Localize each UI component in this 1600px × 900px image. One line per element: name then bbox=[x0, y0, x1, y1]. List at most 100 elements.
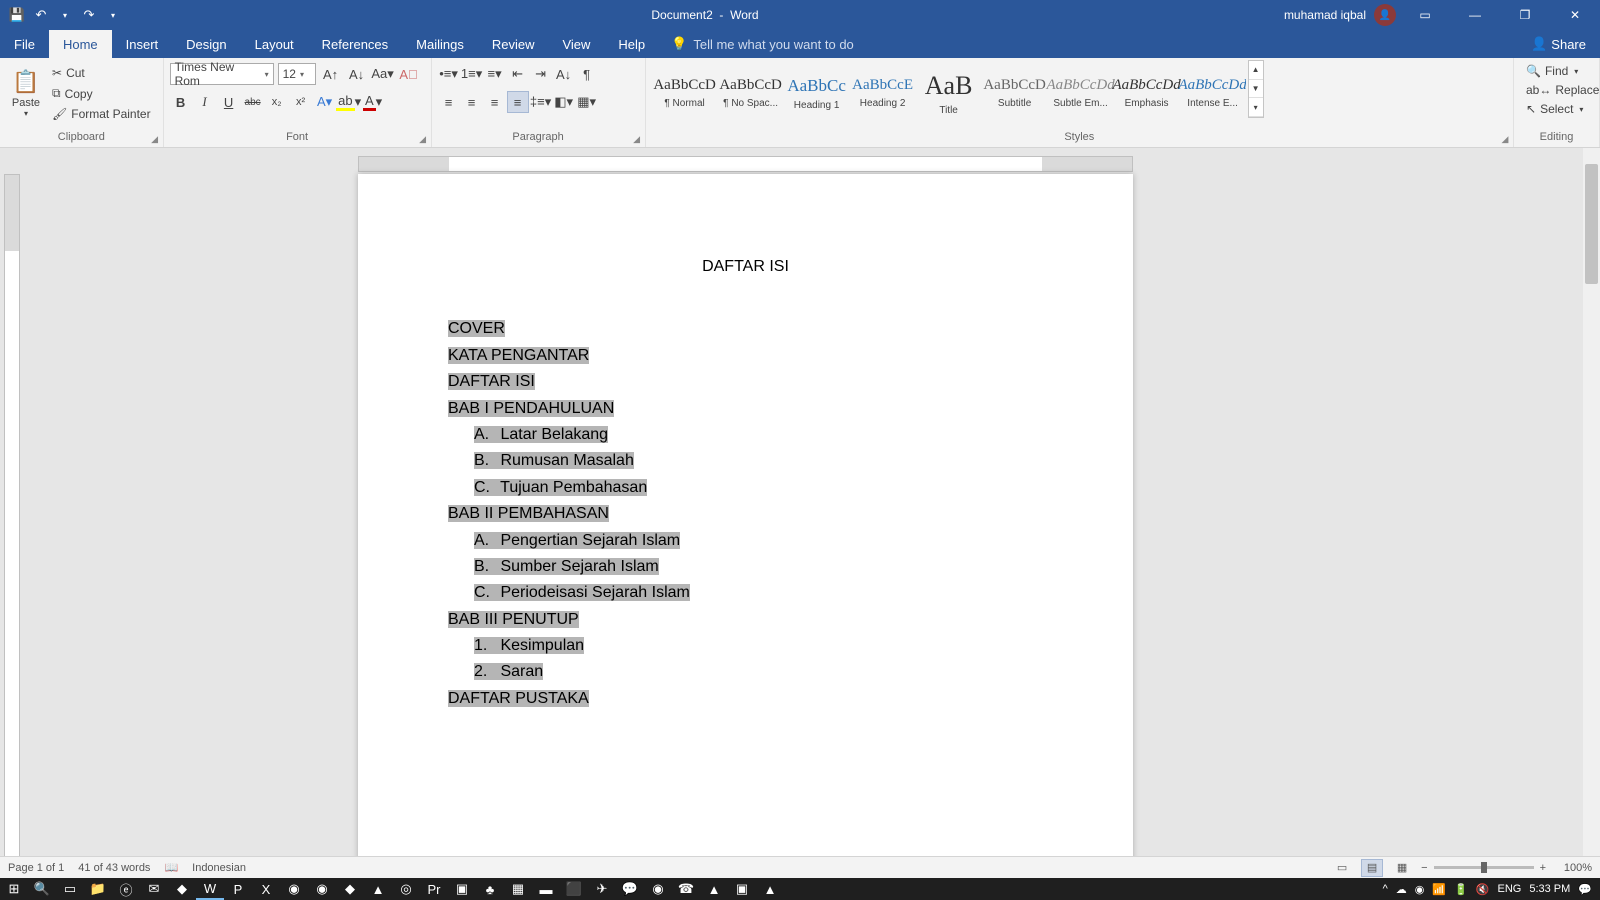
status-words[interactable]: 41 of 43 words bbox=[78, 862, 150, 874]
app11-icon[interactable]: ▲ bbox=[756, 878, 784, 900]
highlight-icon[interactable]: ab▾ bbox=[338, 91, 360, 113]
maximize-button[interactable]: ❐ bbox=[1504, 0, 1546, 30]
tell-me-input[interactable]: 💡Tell me what you want to do bbox=[659, 30, 866, 58]
tray-clock[interactable]: 5:33 PM bbox=[1529, 883, 1570, 895]
task-view-icon[interactable]: ▭ bbox=[56, 878, 84, 900]
align-right-icon[interactable]: ≡ bbox=[484, 91, 506, 113]
tab-home[interactable]: Home bbox=[49, 30, 112, 58]
increase-indent-icon[interactable]: ⇥ bbox=[530, 63, 552, 85]
gallery-down-icon[interactable]: ▼ bbox=[1249, 80, 1263, 99]
style-subtitle[interactable]: AaBbCcDSubtitle bbox=[982, 64, 1048, 122]
sort-icon[interactable]: A↓ bbox=[553, 63, 575, 85]
style-heading-2[interactable]: AaBbCcEHeading 2 bbox=[850, 64, 916, 122]
vlc-icon[interactable]: ▲ bbox=[364, 878, 392, 900]
toc-line[interactable]: BAB II PEMBAHASAN bbox=[448, 501, 1043, 527]
toc-line[interactable]: A. Pengertian Sejarah Islam bbox=[448, 528, 1043, 554]
style--normal[interactable]: AaBbCcD¶ Normal bbox=[652, 64, 718, 122]
zoom-slider[interactable] bbox=[1434, 866, 1534, 869]
vertical-scrollbar[interactable] bbox=[1583, 148, 1600, 878]
status-language[interactable]: Indonesian bbox=[192, 862, 246, 874]
document-page[interactable]: DAFTAR ISI COVER KATA PENGANTAR DAFTAR I… bbox=[358, 174, 1133, 878]
tab-insert[interactable]: Insert bbox=[112, 30, 173, 58]
minimize-button[interactable]: — bbox=[1454, 0, 1496, 30]
toc-line[interactable]: BAB III PENUTUP bbox=[448, 607, 1043, 633]
mail-icon[interactable]: ✉ bbox=[140, 878, 168, 900]
onedrive-icon[interactable]: ☁ bbox=[1396, 883, 1407, 896]
increase-font-icon[interactable]: A↑ bbox=[320, 63, 342, 85]
toc-line[interactable]: KATA PENGANTAR bbox=[448, 343, 1043, 369]
toc-line[interactable]: C. Periodeisasi Sejarah Islam bbox=[448, 580, 1043, 606]
gallery-more-icon[interactable]: ▾ bbox=[1249, 98, 1263, 117]
status-page[interactable]: Page 1 of 1 bbox=[8, 862, 64, 874]
explorer-icon[interactable]: 📁 bbox=[84, 878, 112, 900]
horizontal-ruler[interactable] bbox=[358, 156, 1133, 172]
text-effects-icon[interactable]: A▾ bbox=[314, 91, 336, 113]
tab-file[interactable]: File bbox=[0, 30, 49, 58]
decrease-font-icon[interactable]: A↓ bbox=[346, 63, 368, 85]
bullets-icon[interactable]: •≡▾ bbox=[438, 63, 460, 85]
app4-icon[interactable]: ▣ bbox=[448, 878, 476, 900]
app-icon[interactable]: ◆ bbox=[168, 878, 196, 900]
toc-line[interactable]: B. Rumusan Masalah bbox=[448, 448, 1043, 474]
terminal-icon[interactable]: ▬ bbox=[532, 878, 560, 900]
copy-button[interactable]: ⧉Copy bbox=[46, 84, 157, 103]
vertical-ruler[interactable] bbox=[4, 174, 20, 878]
app2-icon[interactable]: ◆ bbox=[336, 878, 364, 900]
app8-icon[interactable]: ◉ bbox=[644, 878, 672, 900]
app7-icon[interactable]: ⬛ bbox=[560, 878, 588, 900]
toc-line[interactable]: 2. Saran bbox=[448, 659, 1043, 685]
app9-icon[interactable]: ▲ bbox=[700, 878, 728, 900]
qat-customize-icon[interactable]: ▾ bbox=[102, 4, 124, 26]
line-spacing-icon[interactable]: ‡≡▾ bbox=[530, 91, 552, 113]
app3-icon[interactable]: ◎ bbox=[392, 878, 420, 900]
italic-button[interactable]: I bbox=[194, 91, 216, 113]
align-center-icon[interactable]: ≡ bbox=[461, 91, 483, 113]
underline-button[interactable]: U bbox=[218, 91, 240, 113]
tab-layout[interactable]: Layout bbox=[241, 30, 308, 58]
close-button[interactable]: ✕ bbox=[1554, 0, 1596, 30]
decrease-indent-icon[interactable]: ⇤ bbox=[507, 63, 529, 85]
app6-icon[interactable]: ▦ bbox=[504, 878, 532, 900]
save-icon[interactable]: 💾 bbox=[6, 4, 28, 26]
toc-line[interactable]: C. Tujuan Pembahasan bbox=[448, 475, 1043, 501]
app10-icon[interactable]: ▣ bbox=[728, 878, 756, 900]
print-layout-icon[interactable]: ▤ bbox=[1361, 859, 1383, 877]
paste-button[interactable]: 📋 Paste ▾ bbox=[6, 60, 46, 126]
font-dialog-launcher[interactable]: ◢ bbox=[417, 133, 429, 145]
undo-icon[interactable]: ↶ bbox=[30, 4, 52, 26]
tab-design[interactable]: Design bbox=[172, 30, 240, 58]
font-name-combo[interactable]: Times New Rom▾ bbox=[170, 63, 274, 85]
tab-help[interactable]: Help bbox=[604, 30, 659, 58]
chrome-icon[interactable]: ◉ bbox=[308, 878, 336, 900]
numbering-icon[interactable]: 1≡▾ bbox=[461, 63, 483, 85]
style-emphasis[interactable]: AaBbCcDdEmphasis bbox=[1114, 64, 1180, 122]
user-name[interactable]: muhamad iqbal bbox=[1284, 8, 1366, 22]
paragraph-dialog-launcher[interactable]: ◢ bbox=[631, 133, 643, 145]
tray-chevron-icon[interactable]: ^ bbox=[1383, 883, 1388, 895]
premiere-icon[interactable]: Pr bbox=[420, 878, 448, 900]
word-icon[interactable]: W bbox=[196, 878, 224, 900]
bold-button[interactable]: B bbox=[170, 91, 192, 113]
zoom-level[interactable]: 100% bbox=[1552, 862, 1592, 874]
spellcheck-icon[interactable]: 📖 bbox=[164, 861, 178, 874]
font-size-combo[interactable]: 12▾ bbox=[278, 63, 316, 85]
scrollbar-thumb[interactable] bbox=[1585, 164, 1598, 284]
telegram-icon[interactable]: ✈ bbox=[588, 878, 616, 900]
notifications-icon[interactable]: 💬 bbox=[1578, 883, 1592, 896]
battery-icon[interactable]: 🔋 bbox=[1454, 883, 1468, 896]
web-layout-icon[interactable]: ▦ bbox=[1391, 859, 1413, 877]
tab-references[interactable]: References bbox=[308, 30, 402, 58]
style-subtle-em-[interactable]: AaBbCcDdSubtle Em... bbox=[1048, 64, 1114, 122]
tray-language[interactable]: ENG bbox=[1497, 883, 1521, 895]
gallery-up-icon[interactable]: ▲ bbox=[1249, 61, 1263, 80]
powerpoint-icon[interactable]: P bbox=[224, 878, 252, 900]
multilevel-list-icon[interactable]: ≡▾ bbox=[484, 63, 506, 85]
excel-icon[interactable]: X bbox=[252, 878, 280, 900]
share-button[interactable]: 👤Share bbox=[1517, 30, 1600, 58]
read-mode-icon[interactable]: ▭ bbox=[1331, 859, 1353, 877]
clipboard-dialog-launcher[interactable]: ◢ bbox=[149, 133, 161, 145]
toc-line[interactable]: B. Sumber Sejarah Islam bbox=[448, 554, 1043, 580]
show-marks-icon[interactable]: ¶ bbox=[576, 63, 598, 85]
cut-button[interactable]: ✂Cut bbox=[46, 64, 157, 82]
app5-icon[interactable]: ♣ bbox=[476, 878, 504, 900]
